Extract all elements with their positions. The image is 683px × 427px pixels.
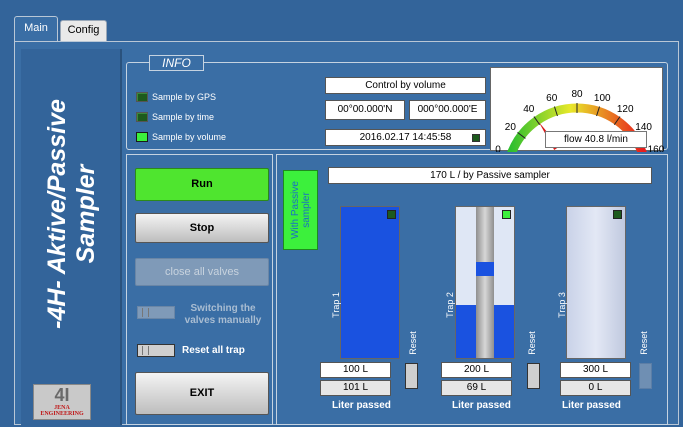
trap-2-passed: 69 L — [441, 380, 512, 396]
tab-bar: Main Config — [0, 0, 683, 44]
datetime-display: 2016.02.17 14:45:58 — [325, 129, 486, 146]
flow-readout: flow 40.8 l/min — [545, 131, 647, 148]
close-all-valves-button[interactable]: close all valves — [135, 258, 269, 286]
reset-all-trap-label: Reset all trap — [182, 345, 245, 356]
trap-1-reset-label: Reset — [407, 331, 418, 355]
exit-button[interactable]: EXIT — [135, 372, 269, 415]
gauge-tick-label: 20 — [505, 122, 517, 133]
longitude-display: 000°00.000'E — [409, 100, 486, 120]
gauge-tick-label: 60 — [546, 93, 558, 104]
trap-3-passed-label: Liter passed — [562, 400, 621, 411]
trap-2-led — [502, 210, 511, 219]
trap-3-tank — [566, 206, 626, 359]
gps-led — [136, 92, 148, 102]
manual-switch-toggle[interactable] — [137, 306, 175, 319]
app-window: Main Config -4H- Aktive/Passive Sampler … — [0, 0, 683, 427]
flow-gauge: 0 20 40 60 80 100 120 140 160 flow 40.8 l/min — [490, 67, 665, 157]
volume-led — [136, 132, 148, 142]
manual-switch-label: Switching the valves manually — [184, 303, 262, 326]
trap-3-reset-switch[interactable] — [639, 363, 652, 389]
trap-3-label: Trap 3 — [556, 292, 567, 318]
trap-3-target[interactable]: 300 L — [560, 362, 631, 378]
tab-main[interactable]: Main — [14, 16, 58, 42]
trap-2-tube — [476, 207, 494, 358]
tab-config[interactable]: Config — [60, 20, 107, 41]
time-led — [136, 112, 148, 122]
gps-label: Sample by GPS — [152, 92, 217, 102]
gauge-tick-label: 120 — [617, 104, 634, 115]
trap-1-led — [387, 210, 396, 219]
trap-1-target[interactable]: 100 L — [320, 362, 391, 378]
trap-1-label: Trap 1 — [330, 292, 341, 318]
trap-2-label: Trap 2 — [444, 292, 455, 318]
gauge-tick-label: 0 — [495, 144, 501, 152]
gauge-tick-label: 40 — [523, 104, 535, 115]
run-button[interactable]: Run — [135, 168, 269, 201]
trap-3-passed: 0 L — [560, 380, 631, 396]
trap-2-passed-label: Liter passed — [452, 400, 511, 411]
datetime-led — [472, 134, 480, 142]
trap-1-passed-label: Liter passed — [332, 400, 391, 411]
company-logo: 4I JENA ENGINEERING — [33, 384, 91, 420]
gauge-tick-label: 80 — [571, 89, 583, 100]
trap-2-tank — [455, 206, 515, 359]
time-label: Sample by time — [152, 112, 215, 122]
trap-2-reset-label: Reset — [526, 331, 537, 355]
reset-all-trap-toggle[interactable] — [137, 344, 175, 357]
control-mode-display: Control by volume — [325, 77, 486, 94]
passive-sampler-indicator: With Passive sampler — [283, 170, 318, 250]
title-strip: -4H- Aktive/Passive Sampler — [21, 49, 122, 425]
gauge-tick-label: 160 — [648, 144, 664, 152]
stop-button[interactable]: Stop — [135, 213, 269, 243]
trap-3-led — [613, 210, 622, 219]
trap-1-tank — [340, 206, 400, 359]
latitude-display: 00°00.000'N — [325, 100, 405, 120]
trap-2-tube-marker — [476, 262, 494, 276]
trap-2-target[interactable]: 200 L — [441, 362, 512, 378]
app-title: -4H- Aktive/Passive Sampler — [42, 99, 100, 329]
info-label: INFO — [149, 55, 204, 71]
trap-1-passed: 101 L — [320, 380, 391, 396]
volume-label: Sample by volume — [152, 132, 227, 142]
gauge-tick-label: 100 — [594, 93, 611, 104]
trap-1-reset-switch[interactable] — [405, 363, 418, 389]
trap-2-reset-switch[interactable] — [527, 363, 540, 389]
trap-status-display: 170 L / by Passive sampler — [328, 167, 652, 184]
trap-3-reset-label: Reset — [638, 331, 649, 355]
